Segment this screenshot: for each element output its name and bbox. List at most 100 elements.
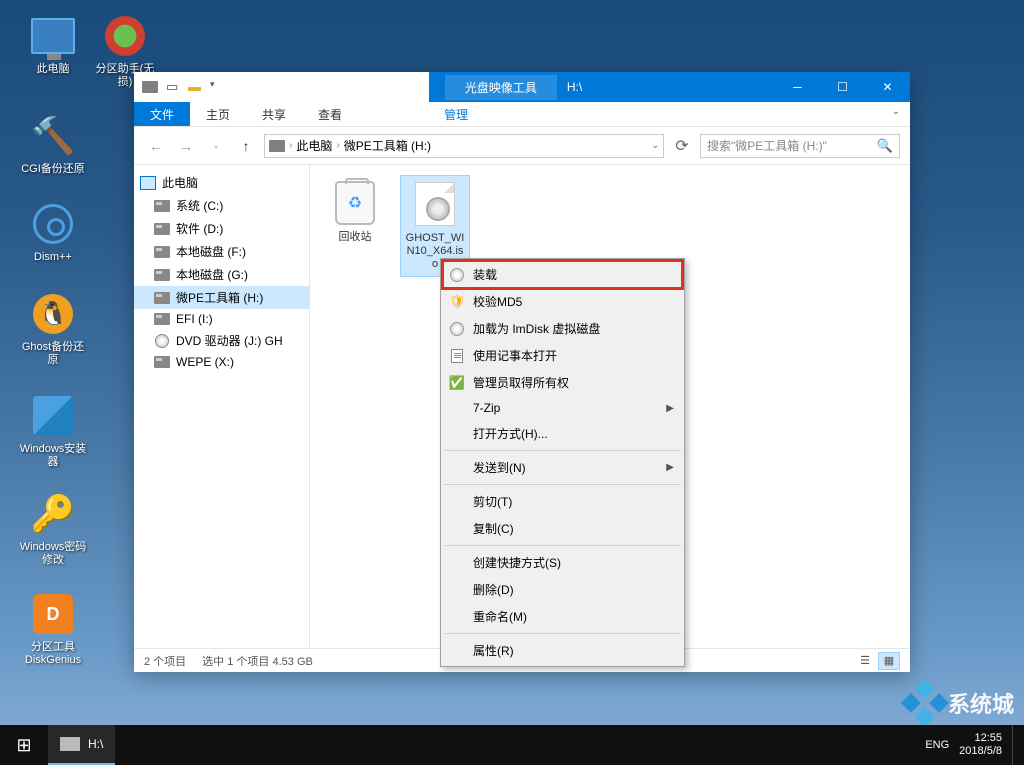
chevron-right-icon[interactable]: › [336, 140, 339, 151]
dism-icon [33, 204, 73, 244]
back-button[interactable]: ← [144, 134, 168, 158]
disc-icon [449, 321, 465, 337]
titlebar[interactable]: ▭ ▬ ▾ 光盘映像工具 H:\ ─ ☐ ✕ [134, 72, 910, 102]
recent-dropdown[interactable]: ⌄ [204, 134, 228, 158]
tab-view[interactable]: 查看 [302, 102, 358, 126]
drive-icon [154, 246, 170, 258]
nav-label: 此电脑 [162, 174, 198, 191]
refresh-button[interactable]: ⟳ [670, 136, 694, 156]
nav-label: EFI (I:) [176, 312, 213, 326]
icon-label: Ghost备份还原 [18, 341, 88, 367]
maximize-button[interactable]: ☐ [820, 72, 865, 102]
breadcrumb-root[interactable]: 此电脑 [296, 137, 332, 154]
close-button[interactable]: ✕ [865, 72, 910, 102]
key-icon: 🔑 [29, 490, 77, 538]
desktop-icon-diskgenius[interactable]: D分区工具DiskGenius [18, 590, 88, 667]
drive-icon [269, 140, 285, 152]
monitor-icon [140, 176, 156, 190]
menu-label: 装载 [473, 266, 497, 283]
drive-icon [142, 81, 158, 93]
ghost-icon: 🐧 [33, 294, 73, 334]
nav-drive-d[interactable]: 软件 (D:) [134, 217, 309, 240]
icon-label: Windows安装器 [18, 443, 88, 469]
menu-admin[interactable]: ✅管理员取得所有权 [443, 369, 682, 396]
start-button[interactable]: ⊞ [0, 725, 48, 765]
ribbon-context-label: 光盘映像工具 [445, 75, 557, 100]
nav-drive-i[interactable]: EFI (I:) [134, 309, 309, 329]
nav-drive-c[interactable]: 系统 (C:) [134, 194, 309, 217]
nav-label: 本地磁盘 (F:) [176, 243, 246, 260]
menu-copy[interactable]: 复制(C) [443, 515, 682, 542]
menu-openwith[interactable]: 打开方式(H)... [443, 420, 682, 447]
menu-sendto[interactable]: 发送到(N)▶ [443, 454, 682, 481]
minimize-button[interactable]: ─ [775, 72, 820, 102]
menu-rename[interactable]: 重命名(M) [443, 603, 682, 630]
tab-home[interactable]: 主页 [190, 102, 246, 126]
menu-properties[interactable]: 属性(R) [443, 637, 682, 664]
qat-dropdown-icon[interactable]: ▾ [210, 79, 226, 95]
watermark-logo-icon [901, 679, 949, 727]
menu-mount[interactable]: 装载 [443, 261, 682, 288]
shield-check-icon: ✅ [449, 375, 465, 391]
monitor-icon [31, 18, 75, 54]
menu-7zip[interactable]: 7-Zip▶ [443, 396, 682, 420]
menu-delete[interactable]: 删除(D) [443, 576, 682, 603]
show-desktop-button[interactable] [1012, 725, 1018, 765]
desktop-icon-thispc[interactable]: 此电脑 [18, 12, 88, 76]
drive-icon [60, 737, 80, 751]
address-dropdown-icon[interactable]: ⌄ [651, 140, 659, 151]
navigation-bar: ← → ⌄ ↑ › 此电脑 › 微PE工具箱 (H:) ⌄ ⟳ 搜索"微PE工具… [134, 127, 910, 165]
nav-dvd-j[interactable]: DVD 驱动器 (J:) GH [134, 329, 309, 352]
file-recycle-bin[interactable]: 回收站 [320, 175, 390, 248]
taskbar: ⊞ H:\ ENG 12:55 2018/5/8 [0, 725, 1024, 765]
search-input[interactable]: 搜索"微PE工具箱 (H:)" 🔍 [700, 134, 900, 158]
chevron-right-icon: ▶ [666, 403, 674, 414]
menu-md5[interactable]: 🛡校验MD5 [443, 288, 682, 315]
nav-drive-x[interactable]: WEPE (X:) [134, 352, 309, 372]
breadcrumb-current[interactable]: 微PE工具箱 (H:) [344, 137, 431, 154]
tray-date: 2018/5/8 [959, 745, 1002, 758]
tab-file[interactable]: 文件 [134, 102, 190, 126]
search-icon[interactable]: 🔍 [877, 138, 893, 154]
recycle-bin-icon [335, 181, 375, 225]
desktop-icon-cgi[interactable]: 🔨CGI备份还原 [18, 112, 88, 176]
drive-icon [154, 200, 170, 212]
chevron-right-icon: ▶ [666, 462, 674, 473]
taskbar-item-explorer[interactable]: H:\ [48, 725, 115, 765]
menu-notepad[interactable]: 使用记事本打开 [443, 342, 682, 369]
tab-manage[interactable]: 管理 [428, 102, 484, 126]
ribbon-expand-button[interactable]: ⌄ [882, 102, 910, 126]
menu-label: 复制(C) [473, 520, 514, 537]
qat-newfolder-icon[interactable]: ▬ [188, 79, 204, 95]
chevron-right-icon[interactable]: › [289, 140, 292, 151]
up-button[interactable]: ↑ [234, 134, 258, 158]
nav-drive-h[interactable]: 微PE工具箱 (H:) [134, 286, 309, 309]
hammer-icon: 🔨 [29, 112, 77, 160]
tab-share[interactable]: 共享 [246, 102, 302, 126]
address-bar[interactable]: › 此电脑 › 微PE工具箱 (H:) ⌄ [264, 134, 664, 158]
drive-icon [154, 313, 170, 325]
tray-clock[interactable]: 12:55 2018/5/8 [959, 732, 1002, 758]
qat-properties-icon[interactable]: ▭ [166, 79, 182, 95]
shield-icon: 🛡 [449, 294, 465, 310]
menu-imdisk[interactable]: 加载为 ImDisk 虚拟磁盘 [443, 315, 682, 342]
forward-button[interactable]: → [174, 134, 198, 158]
nav-thispc[interactable]: 此电脑 [134, 171, 309, 194]
desktop-icon-wininstall[interactable]: Windows安装器 [18, 392, 88, 469]
view-details-button[interactable]: ☰ [854, 652, 876, 670]
menu-shortcut[interactable]: 创建快捷方式(S) [443, 549, 682, 576]
icon-label: Dism++ [18, 251, 88, 264]
tray-ime[interactable]: ENG [925, 739, 949, 751]
tray-time: 12:55 [959, 732, 1002, 745]
desktop-icon-ghost[interactable]: 🐧 Ghost备份还原 [18, 290, 88, 367]
menu-cut[interactable]: 剪切(T) [443, 488, 682, 515]
nav-drive-g[interactable]: 本地磁盘 (G:) [134, 263, 309, 286]
desktop-icon-winpass[interactable]: 🔑Windows密码修改 [18, 490, 88, 567]
menu-label: 剪切(T) [473, 493, 512, 510]
desktop-icon-dism[interactable]: Dism++ [18, 200, 88, 264]
navigation-pane: 此电脑 系统 (C:) 软件 (D:) 本地磁盘 (F:) 本地磁盘 (G:) … [134, 165, 310, 648]
nav-label: DVD 驱动器 (J:) GH [176, 332, 283, 349]
nav-drive-f[interactable]: 本地磁盘 (F:) [134, 240, 309, 263]
icon-label: 分区工具DiskGenius [18, 641, 88, 667]
view-icons-button[interactable]: ▦ [878, 652, 900, 670]
